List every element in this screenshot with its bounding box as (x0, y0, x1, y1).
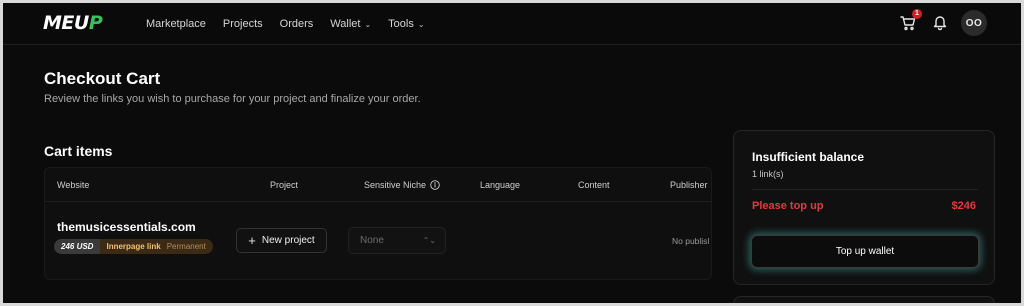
cart-items-heading: Cart items (44, 143, 113, 159)
link-tags: 246 USD Innerpage link Permanent (54, 239, 213, 254)
publisher-value: No publisl (672, 236, 710, 246)
info-icon[interactable] (430, 180, 440, 190)
balance-title: Insufficient balance (752, 150, 865, 164)
cart-table: Website Project Sensitive Niche Language… (44, 167, 712, 280)
website-name[interactable]: themusicessentials.com (57, 220, 196, 234)
logo-text: MEU (43, 12, 89, 34)
nav-links: Marketplace Projects Orders Wallet ⌄ Tool… (146, 3, 442, 45)
chevron-down-icon: ⌄ (417, 20, 425, 29)
nav-label: Orders (279, 18, 314, 30)
logo-accent: P (88, 12, 103, 34)
link-count: 1 link(s) (752, 169, 784, 179)
column-website: Website (57, 180, 90, 190)
new-project-label: New project (261, 235, 315, 246)
column-project: Project (270, 180, 299, 190)
duration-tag: Permanent (163, 239, 213, 254)
meup-logo[interactable]: MEUP (43, 12, 103, 34)
top-up-warning: Please top up (752, 200, 824, 212)
top-navbar: MEUP Marketplace Projects Orders Wallet ⌄… (3, 3, 1021, 45)
chevron-down-icon: ⌄ (364, 20, 372, 29)
column-content: Content (578, 180, 610, 190)
divider (752, 189, 978, 190)
app-window: MEUP Marketplace Projects Orders Wallet ⌄… (3, 3, 1021, 303)
nav-label: Projects (222, 18, 263, 30)
column-language: Language (480, 180, 521, 190)
nav-wallet[interactable]: Wallet ⌄ (330, 18, 371, 30)
nav-tools[interactable]: Tools ⌄ (388, 18, 424, 30)
niche-value: None (360, 235, 384, 246)
user-avatar[interactable]: OO (961, 10, 987, 36)
nav-marketplace[interactable]: Marketplace (146, 18, 206, 30)
link-type-tag: Innerpage link (100, 239, 164, 254)
column-label: Sensitive Niche (364, 180, 427, 190)
order-summary-card (733, 296, 995, 303)
nav-orders[interactable]: Orders (280, 18, 314, 30)
price-tag: 246 USD (54, 239, 101, 254)
page-title: Checkout Cart (44, 69, 161, 88)
nav-projects[interactable]: Projects (223, 18, 263, 30)
nav-label: Tools (388, 18, 414, 30)
top-up-wallet-button[interactable]: Top up wallet (751, 235, 979, 268)
plus-icon: + (248, 233, 256, 248)
nav-label: Wallet (330, 18, 361, 30)
column-publisher: Publisher (670, 180, 708, 190)
nav-label: Marketplace (146, 18, 206, 30)
table-header: Website Project Sensitive Niche Language… (45, 168, 711, 202)
chevron-up-down-icon: ⌃⌄ (422, 236, 436, 245)
sensitive-niche-select[interactable]: None ⌃⌄ (348, 227, 446, 254)
column-sensitive-niche: Sensitive Niche (364, 180, 440, 190)
balance-panel: Insufficient balance 1 link(s) Please to… (733, 130, 995, 285)
cart-count-badge: 1 (912, 9, 922, 19)
page-subtitle: Review the links you wish to purchase fo… (44, 93, 421, 105)
required-amount: $246 (951, 200, 976, 212)
bell-icon[interactable] (931, 13, 949, 31)
new-project-button[interactable]: + New project (236, 228, 327, 253)
